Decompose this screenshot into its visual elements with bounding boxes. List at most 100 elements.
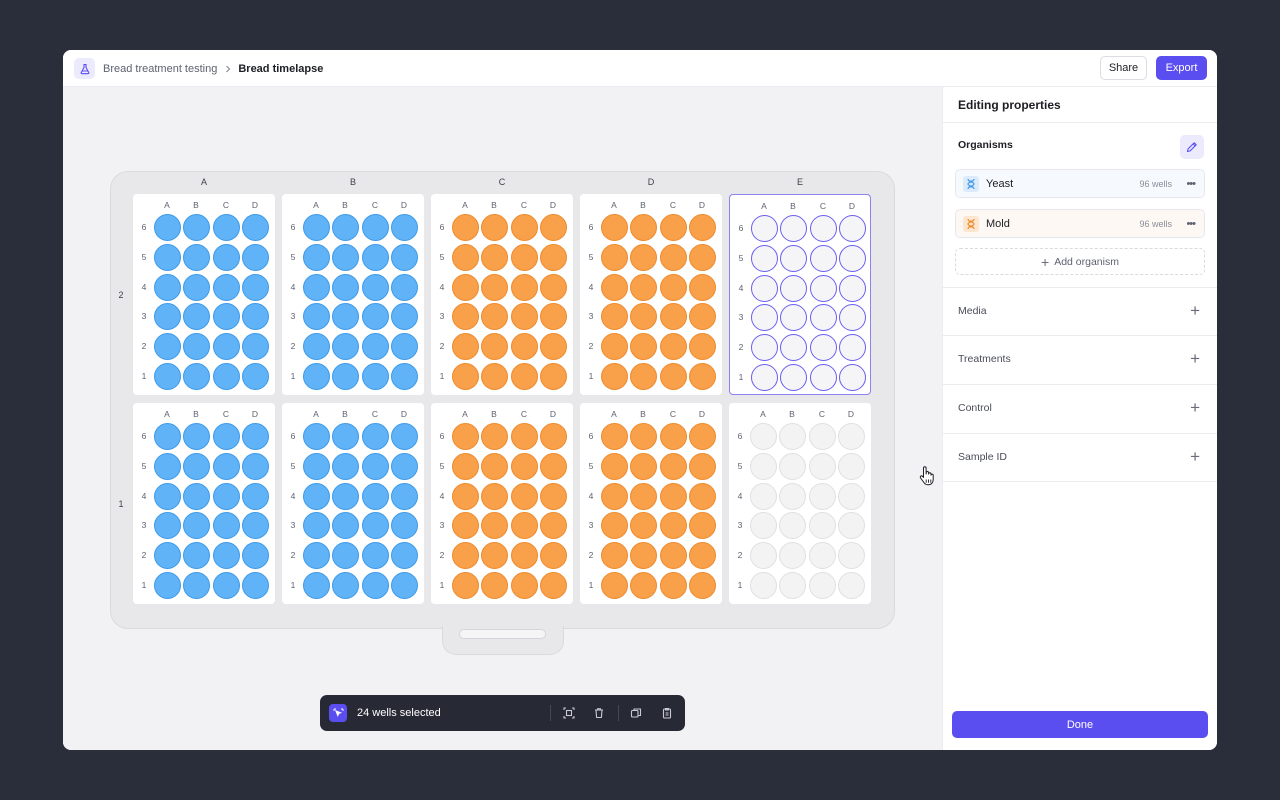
well[interactable]: [630, 572, 657, 599]
well[interactable]: [630, 453, 657, 480]
well[interactable]: [391, 423, 418, 450]
well[interactable]: [810, 304, 837, 331]
well[interactable]: [391, 363, 418, 390]
section-sample-id[interactable]: Sample ID +: [943, 433, 1217, 481]
well[interactable]: [183, 363, 210, 390]
more-horizontal-icon[interactable]: •••: [1186, 210, 1196, 237]
well[interactable]: [481, 423, 508, 450]
well[interactable]: [540, 274, 567, 301]
clipboard-icon[interactable]: [659, 705, 675, 721]
well[interactable]: [601, 423, 628, 450]
well[interactable]: [154, 274, 181, 301]
well[interactable]: [183, 214, 210, 241]
well[interactable]: [213, 423, 240, 450]
well[interactable]: [779, 512, 806, 539]
well[interactable]: [689, 542, 716, 569]
well[interactable]: [511, 542, 538, 569]
well[interactable]: [452, 274, 479, 301]
section-treatments[interactable]: Treatments +: [943, 335, 1217, 383]
well[interactable]: [213, 542, 240, 569]
well[interactable]: [303, 274, 330, 301]
well[interactable]: [779, 423, 806, 450]
well[interactable]: [183, 572, 210, 599]
well[interactable]: [242, 483, 269, 510]
well[interactable]: [362, 274, 389, 301]
well[interactable]: [601, 274, 628, 301]
plate-2a[interactable]: A B C D 6 5 4 3 2 1: [133, 194, 275, 395]
well[interactable]: [391, 542, 418, 569]
well[interactable]: [839, 275, 866, 302]
well[interactable]: [183, 453, 210, 480]
well[interactable]: [154, 244, 181, 271]
well[interactable]: [601, 453, 628, 480]
well[interactable]: [660, 572, 687, 599]
well[interactable]: [540, 512, 567, 539]
well[interactable]: [154, 512, 181, 539]
well[interactable]: [242, 363, 269, 390]
well[interactable]: [810, 215, 837, 242]
well[interactable]: [810, 275, 837, 302]
well[interactable]: [511, 214, 538, 241]
well[interactable]: [242, 572, 269, 599]
well[interactable]: [601, 244, 628, 271]
well[interactable]: [213, 572, 240, 599]
well[interactable]: [809, 483, 836, 510]
well[interactable]: [689, 453, 716, 480]
well[interactable]: [332, 453, 359, 480]
well[interactable]: [809, 572, 836, 599]
select-pointer-icon[interactable]: [329, 704, 347, 722]
well[interactable]: [779, 542, 806, 569]
plate-2b[interactable]: A B C D 6 5 4 3 2 1: [282, 194, 424, 395]
well[interactable]: [213, 274, 240, 301]
well[interactable]: [660, 214, 687, 241]
well[interactable]: [839, 245, 866, 272]
well[interactable]: [601, 512, 628, 539]
well[interactable]: [540, 453, 567, 480]
well[interactable]: [362, 244, 389, 271]
well[interactable]: [452, 214, 479, 241]
well[interactable]: [750, 423, 777, 450]
well[interactable]: [660, 363, 687, 390]
well[interactable]: [780, 334, 807, 361]
well[interactable]: [630, 483, 657, 510]
well[interactable]: [391, 483, 418, 510]
well[interactable]: [630, 303, 657, 330]
well[interactable]: [481, 572, 508, 599]
well[interactable]: [452, 363, 479, 390]
well[interactable]: [332, 423, 359, 450]
well[interactable]: [810, 334, 837, 361]
well[interactable]: [154, 423, 181, 450]
well[interactable]: [452, 423, 479, 450]
plate-1c[interactable]: A B C D 6 5 4 3 2 1: [431, 403, 573, 604]
well[interactable]: [839, 215, 866, 242]
section-control[interactable]: Control +: [943, 384, 1217, 432]
well[interactable]: [303, 363, 330, 390]
well[interactable]: [303, 453, 330, 480]
well[interactable]: [213, 303, 240, 330]
well[interactable]: [303, 483, 330, 510]
well[interactable]: [838, 453, 865, 480]
well[interactable]: [481, 214, 508, 241]
well[interactable]: [154, 214, 181, 241]
well[interactable]: [660, 423, 687, 450]
well[interactable]: [303, 303, 330, 330]
well[interactable]: [809, 542, 836, 569]
well[interactable]: [183, 483, 210, 510]
well[interactable]: [362, 363, 389, 390]
organism-card-mold[interactable]: Mold 96 wells •••: [955, 209, 1205, 238]
well[interactable]: [213, 363, 240, 390]
well[interactable]: [689, 363, 716, 390]
well[interactable]: [601, 483, 628, 510]
well[interactable]: [362, 214, 389, 241]
well[interactable]: [779, 483, 806, 510]
well[interactable]: [630, 244, 657, 271]
plate-2e[interactable]: A B C D 6 5 4 3 2 1: [729, 194, 871, 395]
add-organism-button[interactable]: + Add organism: [955, 248, 1205, 275]
well[interactable]: [183, 303, 210, 330]
well[interactable]: [511, 244, 538, 271]
export-button[interactable]: Export: [1156, 56, 1207, 80]
well[interactable]: [838, 423, 865, 450]
well[interactable]: [391, 244, 418, 271]
duplicate-icon[interactable]: [628, 705, 644, 721]
well[interactable]: [332, 303, 359, 330]
